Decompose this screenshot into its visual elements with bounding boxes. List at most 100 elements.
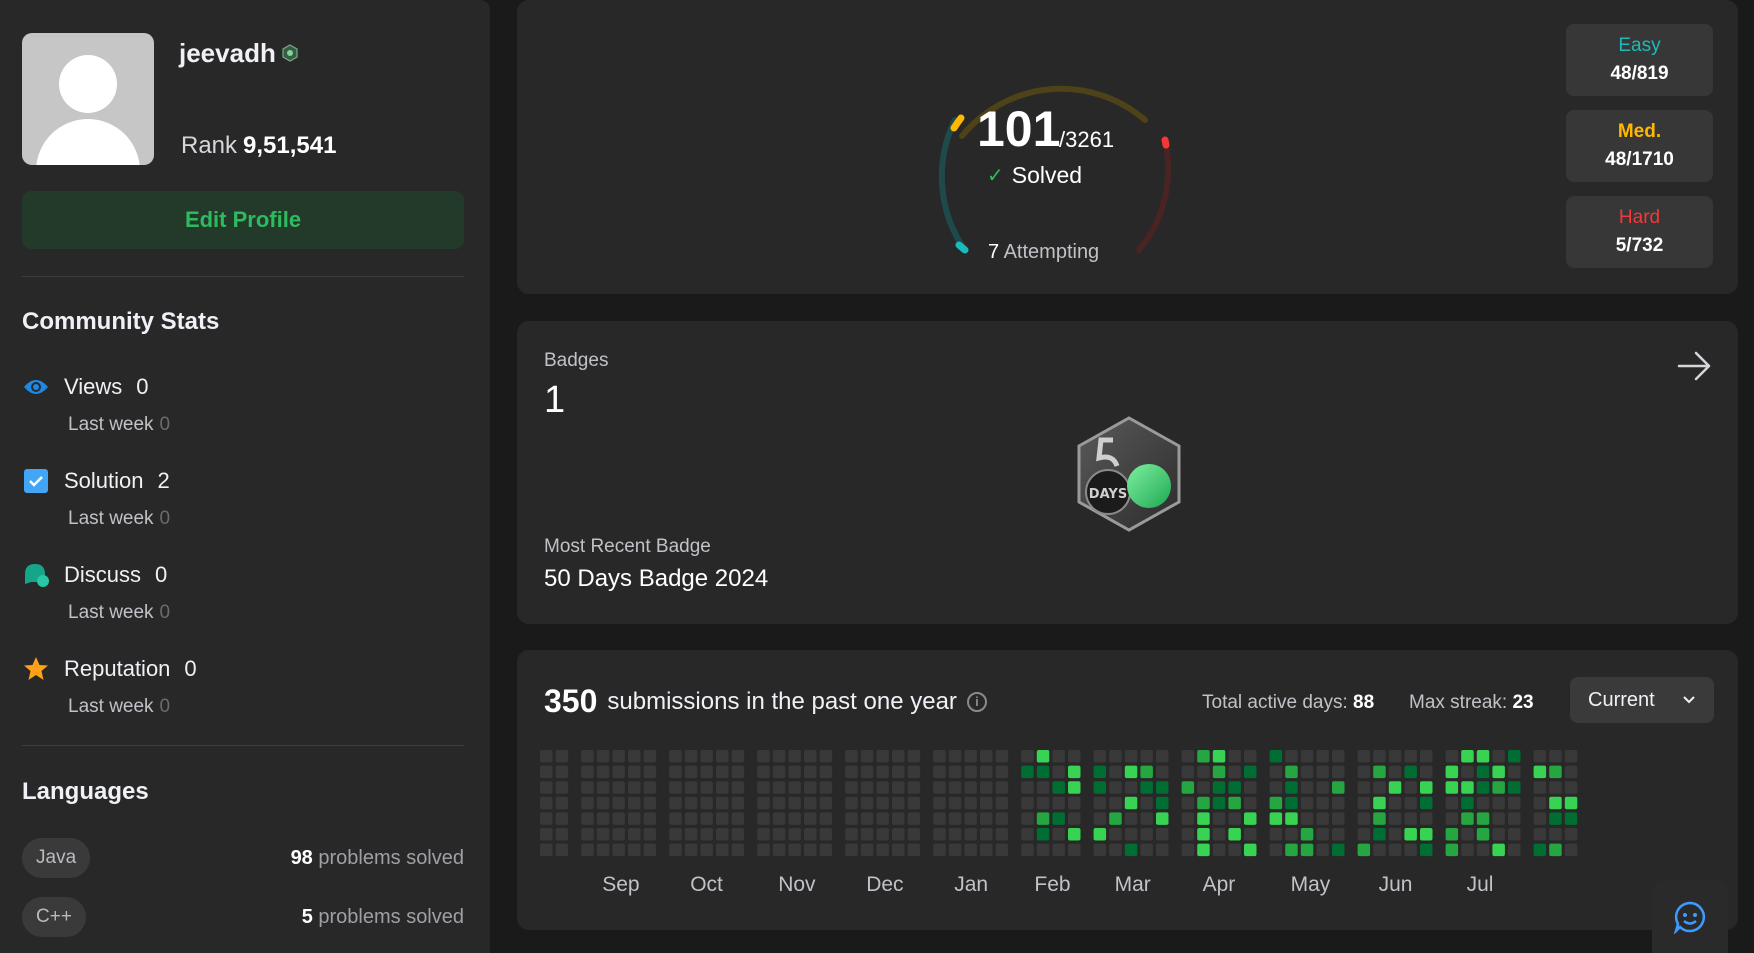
heatmap-cell[interactable]	[964, 765, 977, 779]
heatmap-cell[interactable]	[1093, 781, 1107, 794]
heatmap-cell[interactable]	[700, 843, 713, 857]
heatmap-cell[interactable]	[860, 843, 874, 857]
heatmap-cell[interactable]	[1036, 828, 1050, 841]
heatmap-cell[interactable]	[1508, 812, 1521, 825]
heatmap-cell[interactable]	[804, 750, 817, 763]
heatmap-cell[interactable]	[1420, 843, 1433, 857]
heatmap-cell[interactable]	[1476, 750, 1490, 763]
heatmap-cell[interactable]	[1533, 796, 1547, 810]
heatmap-cell[interactable]	[995, 812, 1009, 825]
heatmap-cell[interactable]	[555, 796, 569, 810]
heatmap-cell[interactable]	[1492, 828, 1505, 841]
heatmap-cell[interactable]	[716, 781, 729, 794]
heatmap-cell[interactable]	[1140, 828, 1153, 841]
heatmap-cell[interactable]	[1052, 812, 1065, 825]
heatmap-cell[interactable]	[700, 765, 713, 779]
heatmap-cell[interactable]	[684, 765, 698, 779]
heatmap-cell[interactable]	[1093, 843, 1107, 857]
heatmap-cell[interactable]	[1156, 812, 1169, 825]
heatmap-cell[interactable]	[1564, 765, 1578, 779]
heatmap-cell[interactable]	[772, 843, 786, 857]
heatmap-cell[interactable]	[1228, 828, 1241, 841]
heatmap-cell[interactable]	[1244, 812, 1257, 825]
heatmap-cell[interactable]	[845, 750, 858, 763]
heatmap-cell[interactable]	[1300, 812, 1314, 825]
heatmap-cell[interactable]	[1140, 781, 1153, 794]
heatmap-cell[interactable]	[757, 843, 770, 857]
heatmap-cell[interactable]	[907, 843, 921, 857]
heatmap-cell[interactable]	[1332, 750, 1345, 763]
heatmap-cell[interactable]	[612, 750, 625, 763]
heatmap-cell[interactable]	[1052, 828, 1065, 841]
heatmap-cell[interactable]	[1228, 796, 1241, 810]
heatmap-cell[interactable]	[1068, 781, 1081, 794]
heatmap-cell[interactable]	[1445, 812, 1459, 825]
heatmap-cell[interactable]	[1036, 781, 1050, 794]
heatmap-cell[interactable]	[1533, 828, 1547, 841]
heatmap-cell[interactable]	[995, 750, 1009, 763]
heatmap-cell[interactable]	[1228, 765, 1241, 779]
heatmap-cell[interactable]	[700, 796, 713, 810]
heatmap-cell[interactable]	[995, 796, 1009, 810]
heatmap-cell[interactable]	[1445, 750, 1459, 763]
heatmap-cell[interactable]	[1244, 843, 1257, 857]
heatmap-cell[interactable]	[540, 796, 553, 810]
heatmap-cell[interactable]	[892, 750, 905, 763]
heatmap-cell[interactable]	[628, 796, 641, 810]
heatmap-cell[interactable]	[964, 812, 977, 825]
heatmap-cell[interactable]	[1332, 765, 1345, 779]
heatmap-cell[interactable]	[995, 828, 1009, 841]
heatmap-cell[interactable]	[980, 843, 993, 857]
heatmap-cell[interactable]	[1420, 796, 1433, 810]
heatmap-cell[interactable]	[1332, 843, 1345, 857]
heatmap-cell[interactable]	[860, 765, 874, 779]
heatmap-cell[interactable]	[1093, 750, 1107, 763]
heatmap-cell[interactable]	[1140, 812, 1153, 825]
heatmap-cell[interactable]	[860, 750, 874, 763]
heatmap-cell[interactable]	[1156, 781, 1169, 794]
heatmap-cell[interactable]	[643, 828, 657, 841]
heatmap-cell[interactable]	[819, 796, 833, 810]
heatmap-cell[interactable]	[948, 796, 962, 810]
heatmap-cell[interactable]	[1068, 750, 1081, 763]
heatmap-cell[interactable]	[731, 796, 745, 810]
heatmap-cell[interactable]	[1316, 765, 1329, 779]
heatmap-cell[interactable]	[1197, 765, 1210, 779]
heatmap-cell[interactable]	[596, 812, 610, 825]
arrow-right-icon[interactable]	[1676, 349, 1714, 383]
heatmap-cell[interactable]	[684, 828, 698, 841]
heatmap-cell[interactable]	[980, 828, 993, 841]
heatmap-cell[interactable]	[788, 812, 801, 825]
heatmap-cell[interactable]	[788, 828, 801, 841]
heatmap-cell[interactable]	[596, 750, 610, 763]
heatmap-cell[interactable]	[1197, 781, 1210, 794]
heatmap-cell[interactable]	[1285, 781, 1298, 794]
heatmap-cell[interactable]	[1244, 796, 1257, 810]
heatmap-cell[interactable]	[716, 765, 729, 779]
heatmap-cell[interactable]	[555, 750, 569, 763]
heatmap-cell[interactable]	[1124, 796, 1138, 810]
heatmap-cell[interactable]	[1181, 765, 1195, 779]
heatmap-cell[interactable]	[892, 796, 905, 810]
heatmap-cell[interactable]	[540, 781, 553, 794]
heatmap-cell[interactable]	[555, 843, 569, 857]
heatmap-cell[interactable]	[1492, 750, 1505, 763]
heatmap-cell[interactable]	[1373, 843, 1386, 857]
heatmap-cell[interactable]	[1124, 781, 1138, 794]
heatmap-cell[interactable]	[1445, 781, 1459, 794]
heatmap-cell[interactable]	[1549, 828, 1562, 841]
heatmap-cell[interactable]	[1068, 843, 1081, 857]
heatmap-cell[interactable]	[980, 781, 993, 794]
heatmap-cell[interactable]	[1285, 750, 1298, 763]
heatmap-cell[interactable]	[1445, 765, 1459, 779]
heatmap-cell[interactable]	[907, 781, 921, 794]
heatmap-cell[interactable]	[1021, 750, 1034, 763]
heatmap-cell[interactable]	[540, 765, 553, 779]
heatmap-cell[interactable]	[643, 781, 657, 794]
heatmap-cell[interactable]	[1445, 828, 1459, 841]
heatmap-cell[interactable]	[716, 812, 729, 825]
heatmap-cell[interactable]	[596, 781, 610, 794]
heatmap-cell[interactable]	[933, 843, 946, 857]
heatmap-cell[interactable]	[581, 765, 594, 779]
heatmap-cell[interactable]	[1197, 828, 1210, 841]
